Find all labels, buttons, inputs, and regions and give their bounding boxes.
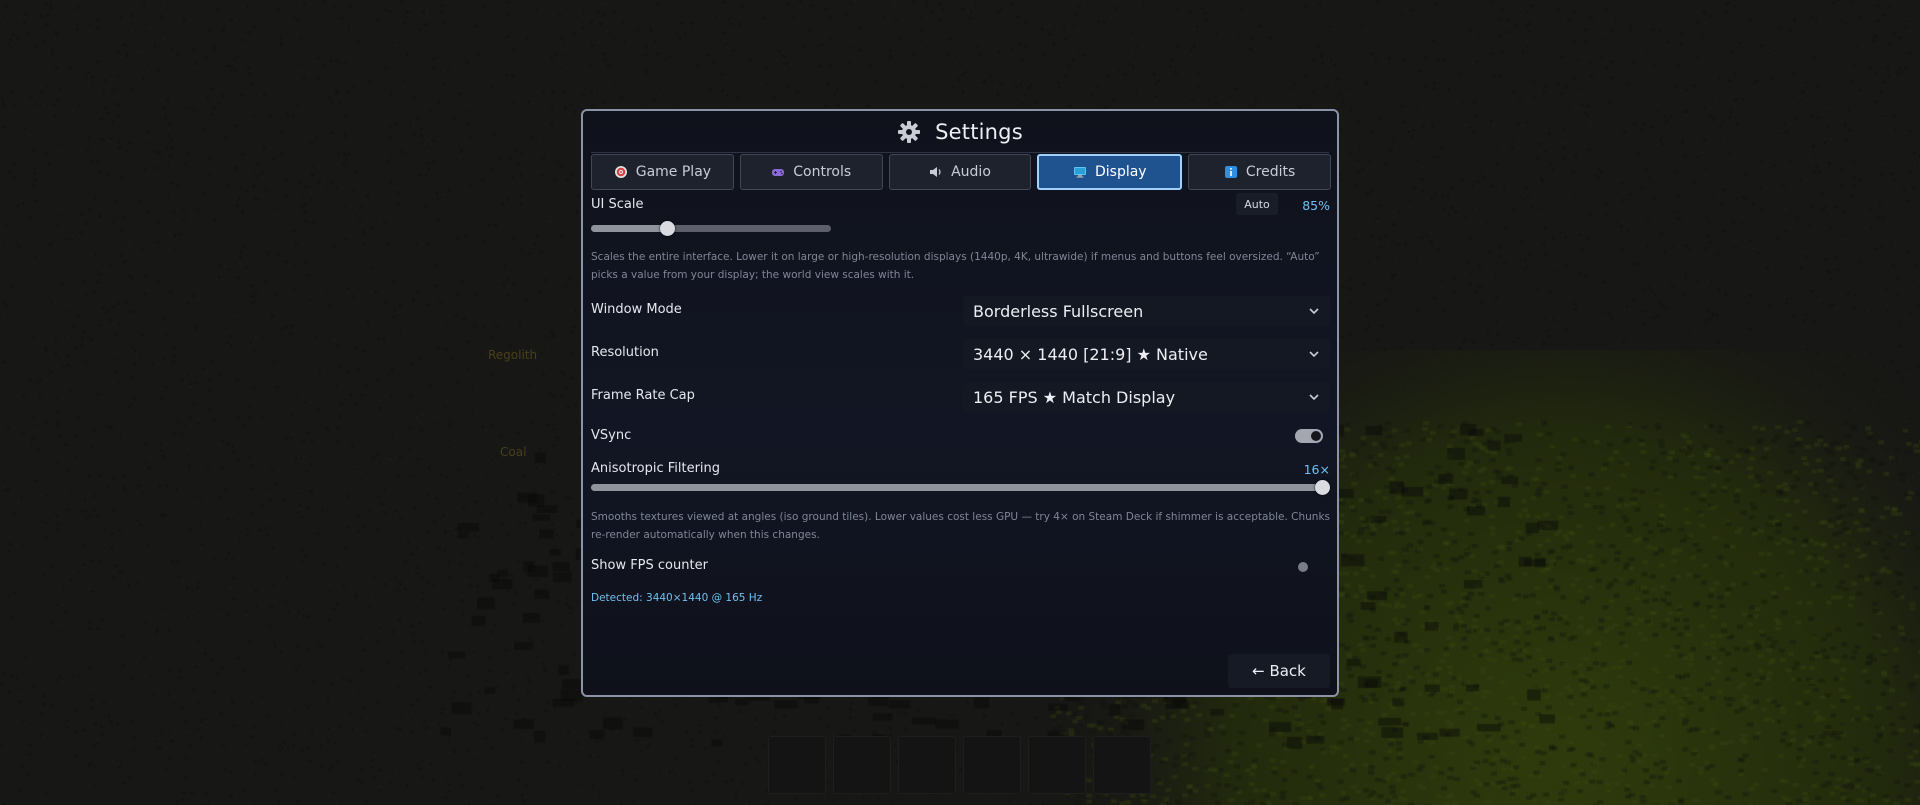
fps-counter-label: Show FPS counter bbox=[591, 558, 708, 573]
ui-scale-value: 85% bbox=[1302, 198, 1330, 213]
window-mode-select[interactable]: Borderless Fullscreen bbox=[963, 296, 1330, 326]
tab-label: Credits bbox=[1245, 164, 1296, 180]
hotbar-slot[interactable] bbox=[1093, 736, 1151, 794]
chevron-down-icon bbox=[1309, 308, 1319, 315]
frame-rate-cap-select[interactable]: 165 FPS ★ Match Display bbox=[963, 382, 1330, 412]
ui-scale-label: UI Scale bbox=[591, 197, 644, 212]
tab-credits[interactable]: Credits bbox=[1188, 154, 1331, 190]
frame-rate-cap-value: 165 FPS ★ Match Display bbox=[973, 387, 1176, 407]
hotbar-slot[interactable] bbox=[1028, 736, 1086, 794]
gear-icon bbox=[898, 120, 921, 143]
hotbar-slot[interactable] bbox=[833, 736, 891, 794]
toggle-knob bbox=[1311, 431, 1321, 441]
resolution-value: 3440 × 1440 [21:9] ★ Native bbox=[973, 344, 1208, 364]
detected-display-text: Detected: 3440×1440 @ 165 Hz bbox=[591, 592, 763, 604]
vsync-label: VSync bbox=[591, 428, 632, 443]
hotbar-slot[interactable] bbox=[963, 736, 1021, 794]
ui-scale-slider[interactable] bbox=[591, 221, 831, 236]
speaker-icon bbox=[930, 167, 941, 177]
back-button[interactable]: ← Back bbox=[1228, 654, 1330, 688]
settings-tabs: Game Play Controls Audio Display Credits bbox=[591, 154, 1331, 190]
slider-handle[interactable] bbox=[1315, 480, 1330, 495]
slider-fill bbox=[591, 484, 1330, 491]
slider-handle[interactable] bbox=[660, 221, 676, 236]
ui-scale-auto-button[interactable]: Auto bbox=[1236, 193, 1278, 215]
hotbar-slot[interactable] bbox=[898, 736, 956, 794]
page-title: Settings bbox=[935, 119, 1023, 144]
chevron-down-icon bbox=[1309, 394, 1319, 401]
tab-game-play[interactable]: Game Play bbox=[591, 154, 734, 190]
target-icon bbox=[614, 166, 627, 178]
ui-scale-description: Scales the entire interface. Lower it on… bbox=[591, 251, 1320, 281]
slider-fill bbox=[591, 225, 668, 232]
resolution-select[interactable]: 3440 × 1440 [21:9] ★ Native bbox=[963, 339, 1330, 369]
gamepad-icon bbox=[772, 169, 785, 176]
hotbar-slot[interactable] bbox=[768, 736, 826, 794]
hotbar bbox=[768, 736, 1151, 794]
settings-header: Settings bbox=[591, 111, 1329, 153]
vsync-toggle[interactable] bbox=[1295, 429, 1323, 443]
tab-label: Display bbox=[1094, 164, 1147, 180]
monitor-icon bbox=[1073, 167, 1086, 178]
anisotropic-description: Smooths textures viewed at angles (iso g… bbox=[591, 511, 1331, 541]
anisotropic-slider[interactable] bbox=[591, 480, 1330, 495]
info-icon bbox=[1224, 166, 1237, 178]
anisotropic-label: Anisotropic Filtering bbox=[591, 461, 721, 476]
frame-rate-cap-label: Frame Rate Cap bbox=[591, 388, 695, 403]
tab-label: Controls bbox=[793, 164, 852, 180]
window-mode-label: Window Mode bbox=[591, 302, 682, 317]
chevron-down-icon bbox=[1309, 351, 1319, 358]
settings-panel: Settings Game Play Controls Audio Displa… bbox=[581, 109, 1339, 697]
tab-audio[interactable]: Audio bbox=[888, 154, 1032, 190]
resolution-label: Resolution bbox=[591, 345, 659, 360]
fps-counter-toggle[interactable] bbox=[1298, 562, 1308, 572]
tab-label: Audio bbox=[951, 164, 991, 180]
tab-controls[interactable]: Controls bbox=[739, 154, 883, 190]
window-mode-value: Borderless Fullscreen bbox=[973, 301, 1144, 321]
world-label-regolith: Regolith bbox=[488, 348, 538, 362]
tab-label: Game Play bbox=[635, 164, 712, 180]
tab-display[interactable]: Display bbox=[1037, 154, 1183, 190]
world-label-coal: Coal bbox=[500, 445, 527, 459]
anisotropic-value: 16× bbox=[1303, 462, 1330, 477]
